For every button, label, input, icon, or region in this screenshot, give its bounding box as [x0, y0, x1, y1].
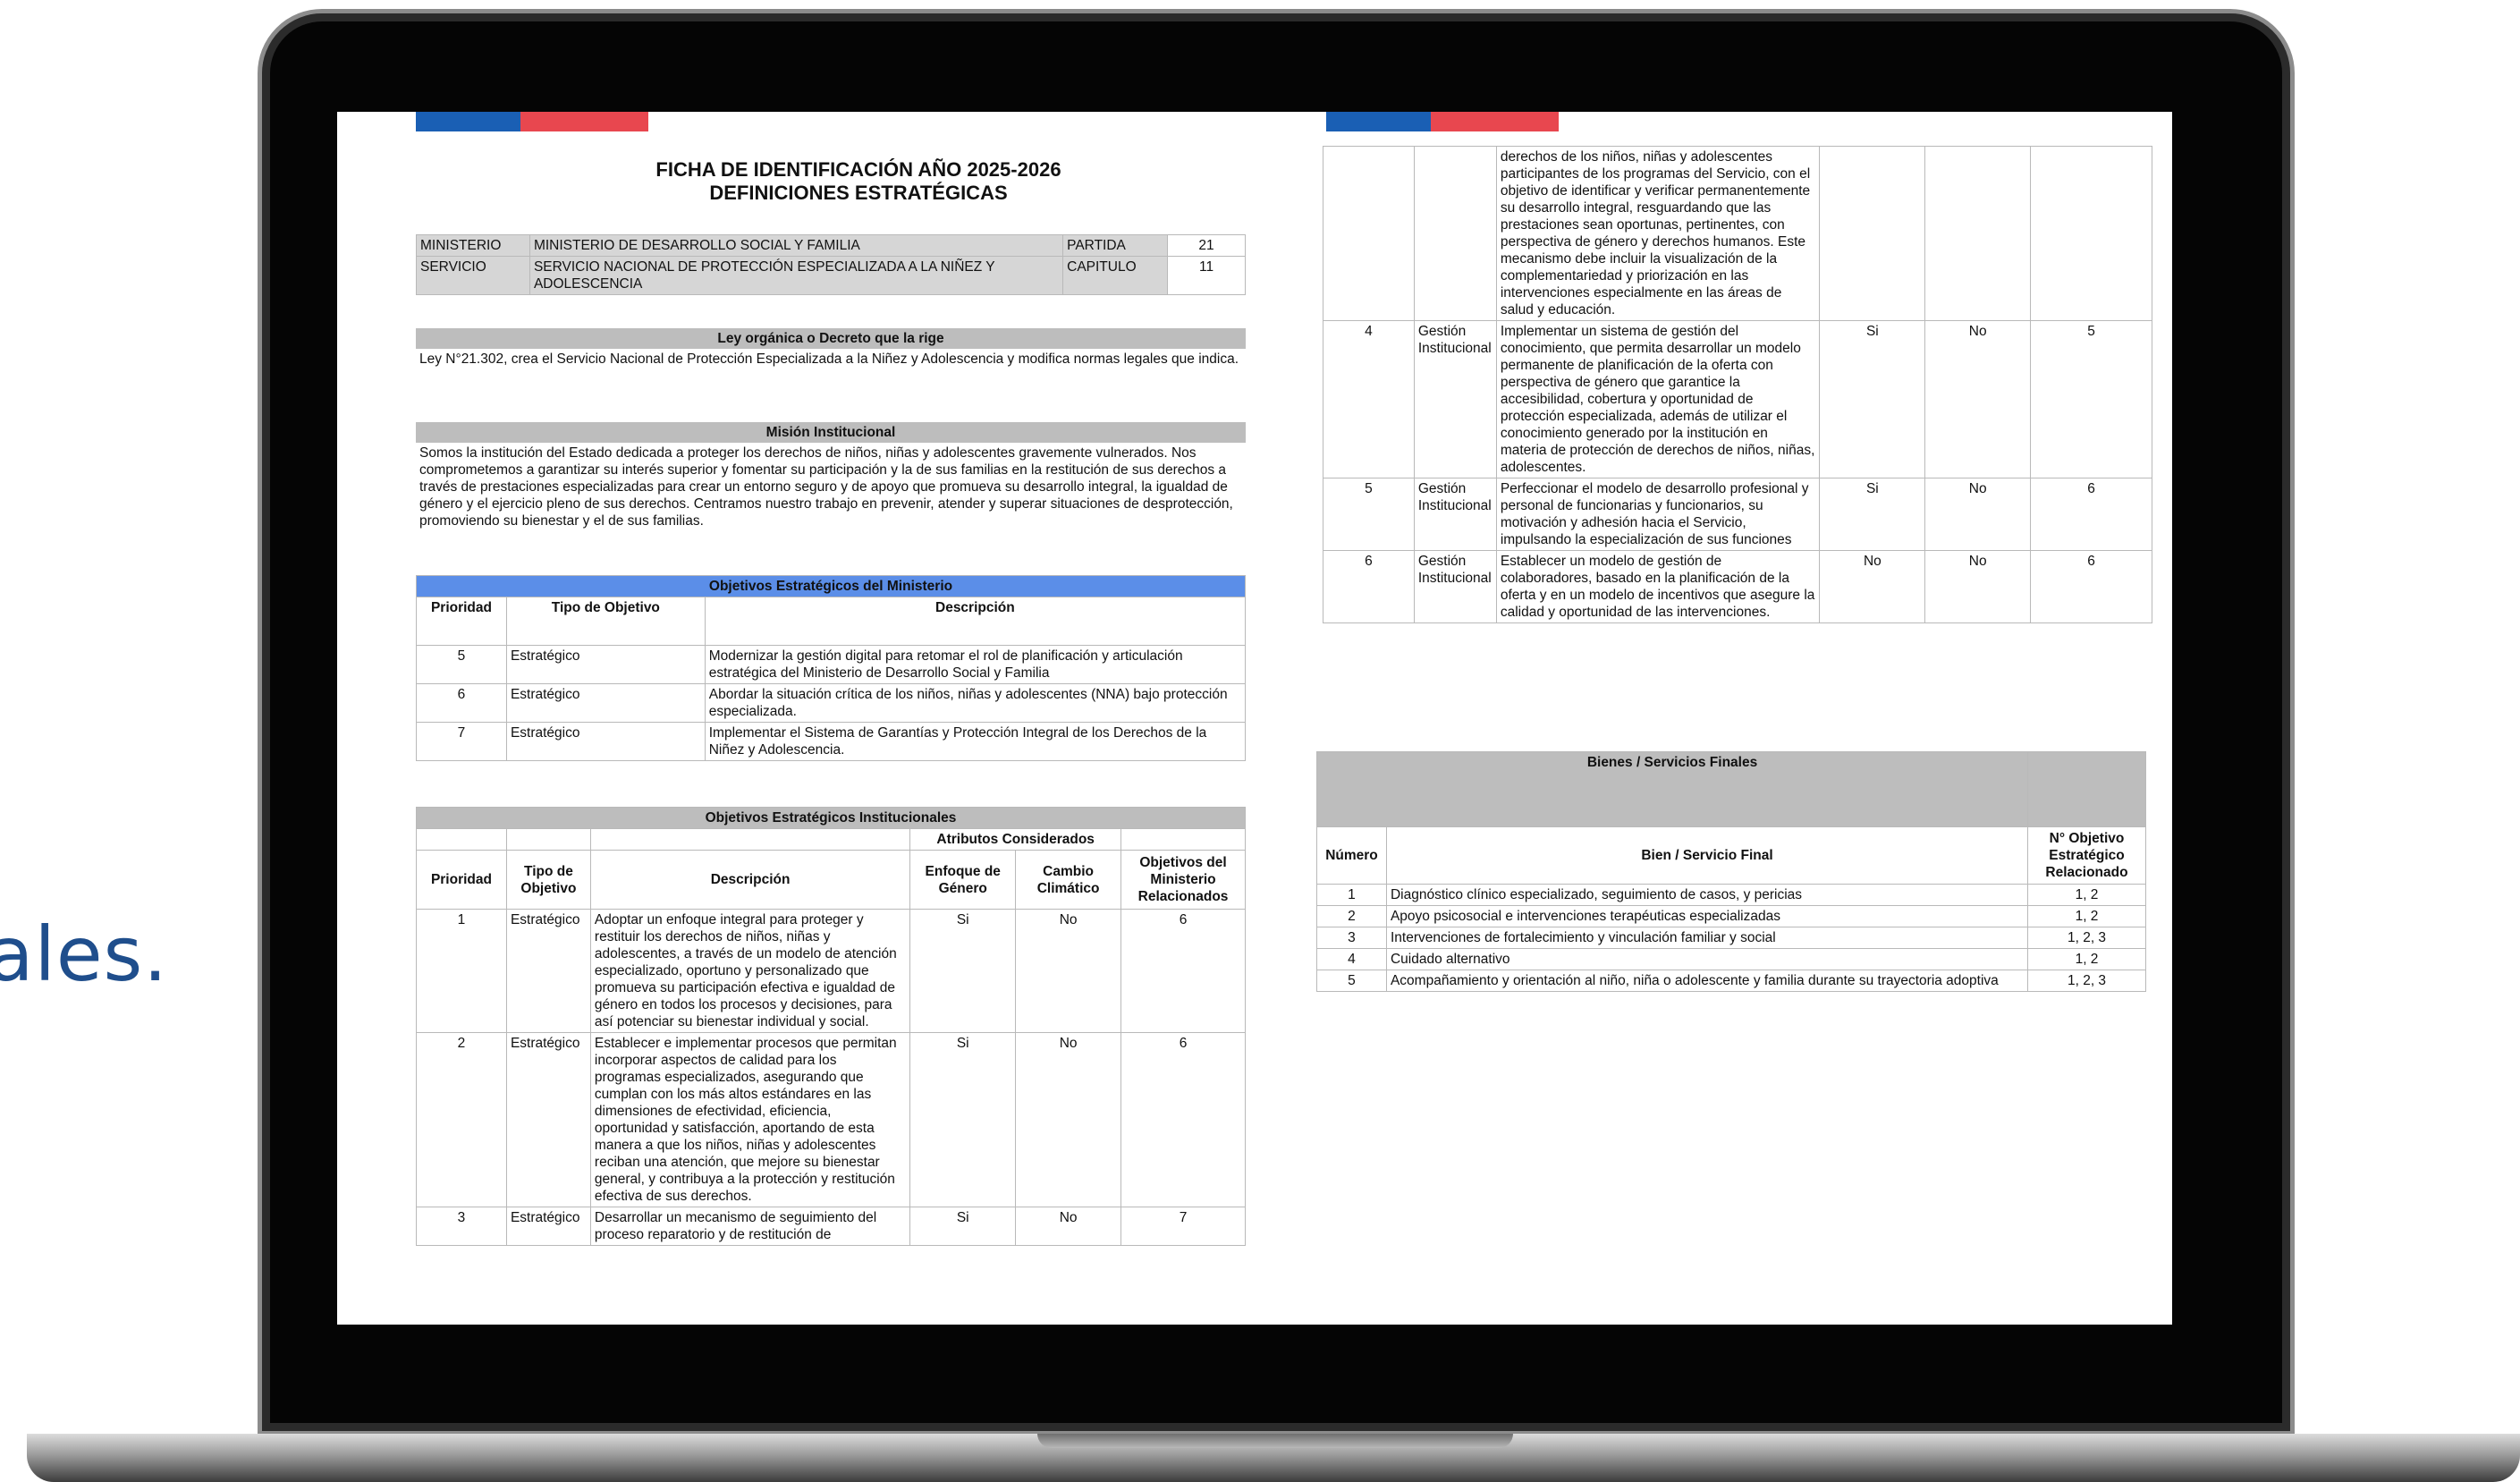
- laptop-hinge-notch: [1037, 1434, 1513, 1448]
- table-row: 3 Estratégico Desarrollar un mecanismo d…: [416, 1207, 1246, 1246]
- table-row: 1 Diagnóstico clínico especializado, seg…: [1316, 884, 2146, 906]
- ministerio-header: Objetivos Estratégicos del Ministerio: [416, 575, 1246, 597]
- identification-table: MINISTERIO MINISTERIO DE DESARROLLO SOCI…: [416, 234, 1246, 295]
- table-row: derechos de los niños, niñas y adolescen…: [1323, 146, 2152, 321]
- laptop-screen: FICHA DE IDENTIFICACIÓN AÑO 2025-2026 DE…: [337, 112, 2172, 1325]
- table-row: 4 Cuidado alternativo 1, 2: [1316, 948, 2146, 970]
- table-row: 5 Estratégico Modernizar la gestión digi…: [416, 645, 1247, 684]
- bienes-servicios-table: Bienes / Servicios Finales Número Bien /…: [1315, 751, 2146, 992]
- document-title: FICHA DE IDENTIFICACIÓN AÑO 2025-2026: [655, 158, 1061, 181]
- table-row: MINISTERIO MINISTERIO DE DESARROLLO SOCI…: [416, 234, 1246, 257]
- document-page-right: derechos de los niños, niñas y adolescen…: [1315, 112, 2172, 1325]
- table-row: 5 Acompañamiento y orientación al niño, …: [1316, 970, 2146, 992]
- table-row: SERVICIO SERVICIO NACIONAL DE PROTECCIÓN…: [416, 256, 1246, 295]
- institucional-header: Objetivos Estratégicos Institucionales: [416, 807, 1246, 829]
- background-slogan-fragment: ales.: [0, 910, 168, 998]
- table-row: 2 Apoyo psicosocial e intervenciones ter…: [1316, 905, 2146, 927]
- institucional-objectives-continued-table: derechos de los niños, niñas y adolescen…: [1323, 146, 2152, 623]
- mision-text: Somos la institución del Estado dedicada…: [419, 445, 1233, 529]
- mision-section: Misión Institucional Somos la institució…: [416, 422, 1246, 531]
- ministerio-objectives-table: Objetivos Estratégicos del Ministerio Pr…: [416, 575, 1247, 761]
- bienes-header: Bienes / Servicios Finales: [1315, 751, 2029, 827]
- institucional-objectives-table: Objetivos Estratégicos Institucionales A…: [416, 807, 1246, 1246]
- table-row: 6 Estratégico Abordar la situación críti…: [416, 683, 1247, 723]
- ley-organica-section: Ley orgánica o Decreto que la rige Ley N…: [416, 328, 1246, 369]
- mision-header: Misión Institucional: [416, 422, 1246, 443]
- document-subtitle: DEFINICIONES ESTRATÉGICAS: [709, 182, 1008, 204]
- atributos-header: Atributos Considerados: [909, 828, 1122, 851]
- table-row: 7 Estratégico Implementar el Sistema de …: [416, 722, 1247, 761]
- table-row: 4 Gestión Institucional Implementar un s…: [1323, 320, 2152, 478]
- ley-header: Ley orgánica o Decreto que la rige: [416, 328, 1246, 349]
- table-row: 1 Estratégico Adoptar un enfoque integra…: [416, 909, 1246, 1033]
- table-row: 5 Gestión Institucional Perfeccionar el …: [1323, 478, 2152, 551]
- document-page-left: FICHA DE IDENTIFICACIÓN AÑO 2025-2026 DE…: [416, 112, 1301, 1325]
- table-row: 3 Intervenciones de fortalecimiento y vi…: [1316, 927, 2146, 949]
- table-row: 6 Gestión Institucional Establecer un mo…: [1323, 550, 2152, 623]
- ley-text: Ley N°21.302, crea el Servicio Nacional …: [419, 351, 1239, 367]
- table-row: 2 Estratégico Establecer e implementar p…: [416, 1032, 1246, 1207]
